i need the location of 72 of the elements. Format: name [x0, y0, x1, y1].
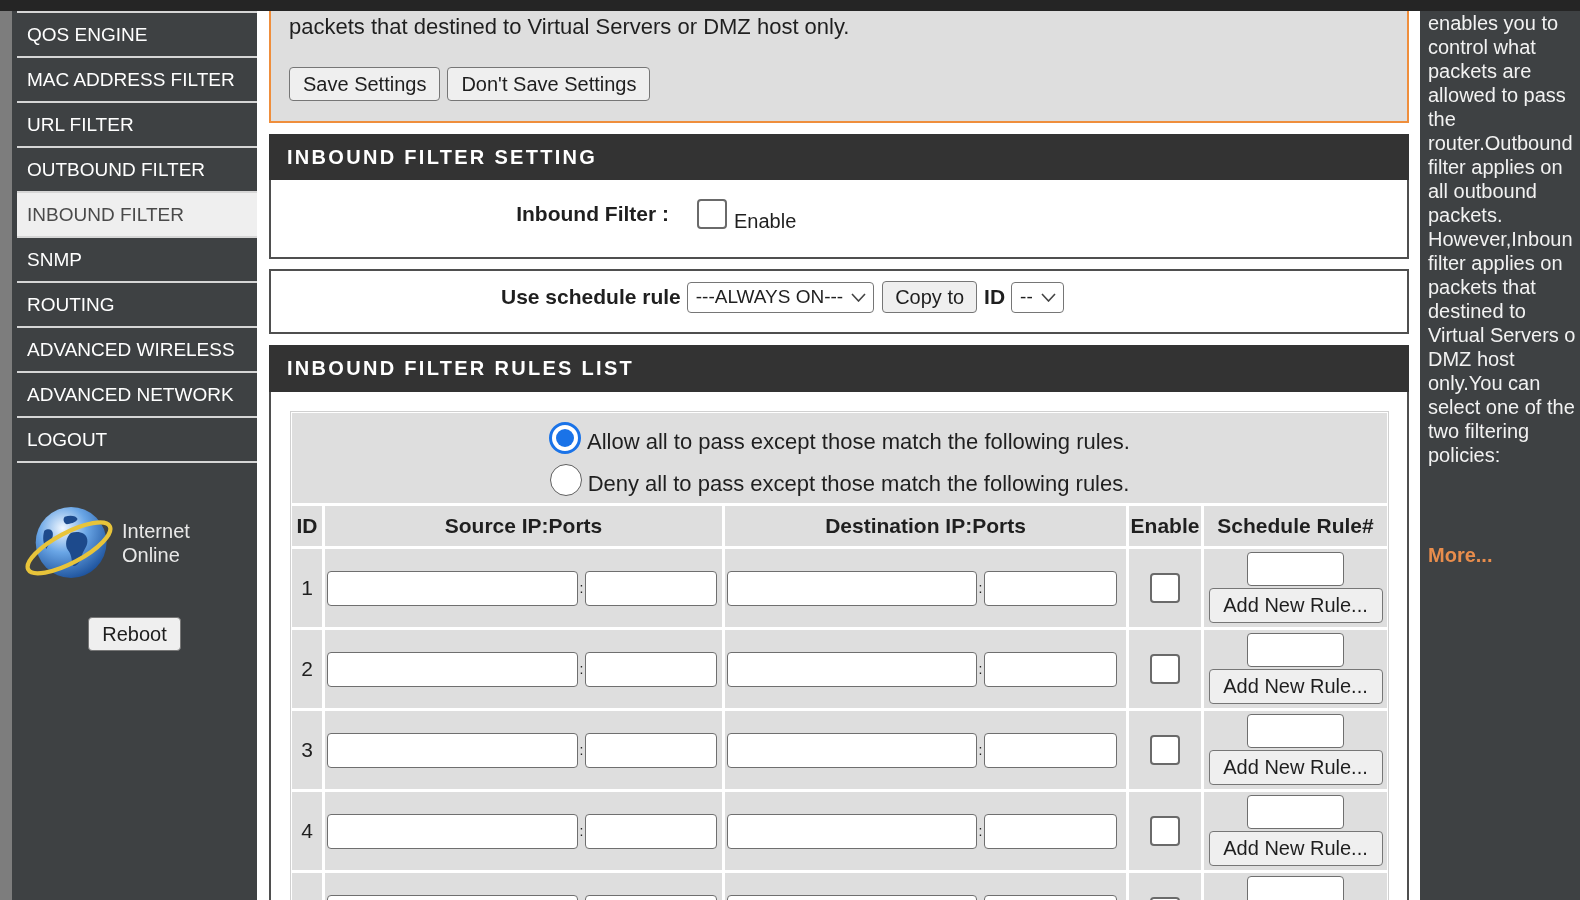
port-field[interactable] [585, 570, 717, 606]
schedule-rule-field[interactable] [1247, 876, 1344, 900]
radio-button[interactable] [549, 464, 582, 496]
notice-text: packets that destined to Virtual Servers or DMZ host only. [289, 14, 851, 40]
cancel-button[interactable]: Don't Save Settings [447, 67, 651, 101]
port-field[interactable] [984, 813, 1117, 849]
table-cell: 2 [292, 630, 322, 708]
column-header: Destination IP:Ports [725, 506, 1126, 546]
field-label: Use schedule rule [501, 284, 681, 310]
field-label: Inbound Filter : [515, 201, 669, 227]
sidebar-item[interactable]: INBOUND FILTER [17, 193, 257, 238]
ip-address-field[interactable] [727, 651, 977, 687]
port-separator: : [977, 662, 984, 676]
section-header: INBOUND FILTER SETTING [269, 134, 1409, 180]
schedule-rule-field[interactable] [1247, 552, 1344, 586]
save-button[interactable]: Save Settings [289, 67, 441, 101]
globe-icon [25, 506, 113, 579]
ip-address-field[interactable] [327, 570, 578, 606]
status-text: Internet [122, 518, 190, 543]
checkbox[interactable] [1150, 573, 1180, 603]
port-separator: : [977, 824, 984, 838]
checkbox[interactable] [1150, 735, 1180, 765]
port-field[interactable] [984, 651, 1117, 687]
copy-button[interactable]: Copy to [882, 281, 978, 313]
reboot-button[interactable]: Reboot [88, 617, 181, 651]
more-link[interactable]: More... [1428, 543, 1493, 567]
schedule-select[interactable]: ---ALWAYS ON--- [686, 281, 875, 313]
checkbox[interactable] [1150, 654, 1180, 684]
port-field[interactable] [585, 651, 717, 687]
field-label: ID [984, 284, 1006, 310]
port-separator: : [578, 581, 585, 595]
column-header: ID [292, 506, 322, 546]
column-header: Schedule Rule# [1204, 506, 1387, 546]
port-field[interactable] [984, 570, 1117, 606]
table-cell: 1 [292, 549, 322, 627]
table-cell: 4 [292, 792, 322, 870]
table-cell: 3 [292, 711, 322, 789]
checkbox[interactable] [1150, 816, 1180, 846]
port-separator: : [977, 581, 984, 595]
radio-label: Allow all to pass except those match the following rules. [587, 428, 1130, 455]
caret-icon [1040, 292, 1056, 302]
port-separator: : [977, 743, 984, 757]
schedule-rule-field[interactable] [1247, 633, 1344, 667]
checkbox-label: Enable [734, 209, 797, 233]
port-separator: : [578, 662, 585, 676]
column-header: Source IP:Ports [325, 506, 722, 546]
add-rule-button[interactable]: Add New Rule... [1208, 669, 1383, 704]
ip-address-field[interactable] [327, 732, 578, 768]
ip-address-field[interactable] [327, 651, 578, 687]
column-header: Enable [1129, 506, 1201, 546]
radio-button[interactable] [549, 422, 581, 454]
status-text: Online [122, 542, 181, 567]
add-rule-button[interactable]: Add New Rule... [1208, 750, 1383, 785]
ip-address-field[interactable] [727, 732, 977, 768]
port-separator: : [578, 743, 585, 757]
port-field[interactable] [984, 732, 1117, 768]
port-separator: : [578, 824, 585, 838]
ip-address-field[interactable] [727, 570, 977, 606]
add-rule-button[interactable]: Add New Rule... [1208, 831, 1383, 866]
caret-icon [851, 292, 867, 302]
id-select[interactable]: -- [1011, 281, 1064, 313]
ip-address-field[interactable] [327, 813, 578, 849]
port-field[interactable] [585, 732, 717, 768]
ip-address-field[interactable] [727, 813, 977, 849]
schedule-rule-field[interactable] [1247, 714, 1344, 748]
port-field[interactable] [585, 813, 717, 849]
checkbox[interactable] [697, 199, 727, 229]
add-rule-button[interactable]: Add New Rule... [1208, 588, 1383, 623]
section-header: INBOUND FILTER RULES LIST [269, 345, 1409, 392]
schedule-rule-field[interactable] [1247, 795, 1344, 829]
help-text: enables you to control what packets are allowed to pass the router.Outbound filter applies on all outbound packets. However,Inboun filter applies on packets that destined to Virtual Servers o DMZ host only.You can select one of the two filtering policies: [1428, 11, 1577, 467]
radio-label: Deny all to pass except those match the following rules. [587, 470, 1130, 497]
